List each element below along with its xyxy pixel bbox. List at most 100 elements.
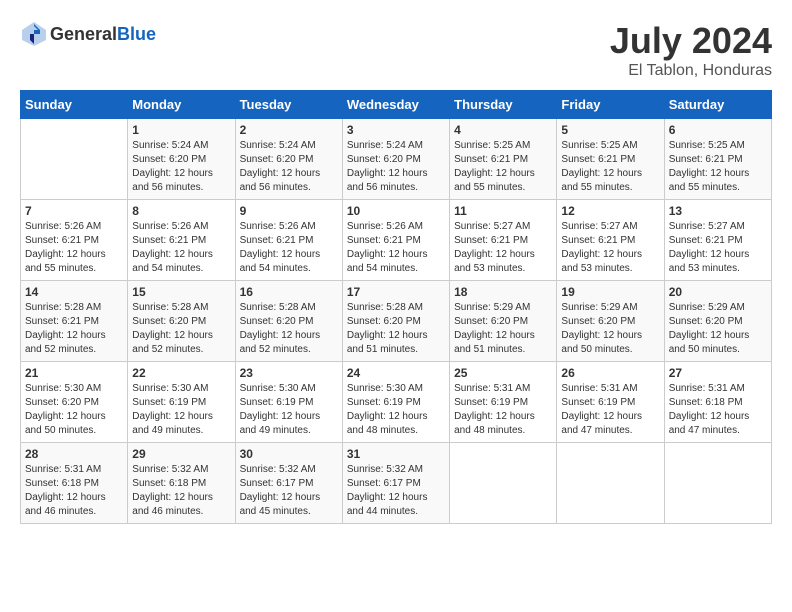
day-info: Sunrise: 5:26 AMSunset: 6:21 PMDaylight:… xyxy=(347,220,445,276)
calendar-table: SundayMondayTuesdayWednesdayThursdayFrid… xyxy=(20,90,772,524)
day-number: 19 xyxy=(561,285,659,299)
page-header: GeneralBlue July 2024 El Tablon, Hondura… xyxy=(20,20,772,80)
calendar-cell: 6Sunrise: 5:25 AMSunset: 6:21 PMDaylight… xyxy=(664,119,771,200)
calendar-cell: 2Sunrise: 5:24 AMSunset: 6:20 PMDaylight… xyxy=(235,119,342,200)
calendar-cell: 20 Sunrise: 5:29 AMSunset: 6:20 PMDayligh… xyxy=(664,281,771,362)
calendar-cell: 15 Sunrise: 5:28 AMSunset: 6:20 PMDayligh… xyxy=(128,281,235,362)
day-info: Sunrise: 5:32 AMSunset: 6:17 PMDaylight:… xyxy=(240,463,338,519)
day-info: Sunrise: 5:29 AMSunset: 6:20 PMDaylight:… xyxy=(669,301,767,357)
day-info: Sunrise: 5:28 AMSunset: 6:21 PMDaylight:… xyxy=(25,301,123,357)
logo-text: GeneralBlue xyxy=(50,24,156,45)
day-number: 9 xyxy=(240,204,338,218)
logo: GeneralBlue xyxy=(20,20,156,48)
day-of-week-wednesday: Wednesday xyxy=(342,91,449,119)
calendar-cell: 22 Sunrise: 5:30 AMSunset: 6:19 PMDayligh… xyxy=(128,362,235,443)
calendar-cell: 7 Sunrise: 5:26 AMSunset: 6:21 PMDaylight… xyxy=(21,200,128,281)
calendar-cell: 17 Sunrise: 5:28 AMSunset: 6:20 PMDayligh… xyxy=(342,281,449,362)
logo-blue: Blue xyxy=(117,24,156,44)
day-number: 27 xyxy=(669,366,767,380)
day-info: Sunrise: 5:32 AMSunset: 6:17 PMDaylight:… xyxy=(347,463,445,519)
title-area: July 2024 El Tablon, Honduras xyxy=(610,20,772,80)
day-number: 1 xyxy=(132,123,230,137)
calendar-week-row: 28 Sunrise: 5:31 AMSunset: 6:18 PMDayligh… xyxy=(21,443,772,524)
day-number: 28 xyxy=(25,447,123,461)
calendar-cell: 30 Sunrise: 5:32 AMSunset: 6:17 PMDayligh… xyxy=(235,443,342,524)
day-of-week-thursday: Thursday xyxy=(450,91,557,119)
day-info: Sunrise: 5:27 AMSunset: 6:21 PMDaylight:… xyxy=(669,220,767,276)
day-info: Sunrise: 5:31 AMSunset: 6:18 PMDaylight:… xyxy=(669,382,767,438)
day-of-week-sunday: Sunday xyxy=(21,91,128,119)
day-number: 5 xyxy=(561,123,659,137)
day-info: Sunrise: 5:24 AMSunset: 6:20 PMDaylight:… xyxy=(347,139,445,195)
calendar-cell: 10 Sunrise: 5:26 AMSunset: 6:21 PMDayligh… xyxy=(342,200,449,281)
day-of-week-tuesday: Tuesday xyxy=(235,91,342,119)
calendar-cell: 31 Sunrise: 5:32 AMSunset: 6:17 PMDayligh… xyxy=(342,443,449,524)
day-info: Sunrise: 5:30 AMSunset: 6:19 PMDaylight:… xyxy=(132,382,230,438)
calendar-cell: 9 Sunrise: 5:26 AMSunset: 6:21 PMDaylight… xyxy=(235,200,342,281)
calendar-cell: 25 Sunrise: 5:31 AMSunset: 6:19 PMDayligh… xyxy=(450,362,557,443)
calendar-cell: 18Sunrise: 5:29 AMSunset: 6:20 PMDayligh… xyxy=(450,281,557,362)
day-number: 22 xyxy=(132,366,230,380)
day-info: Sunrise: 5:27 AMSunset: 6:21 PMDaylight:… xyxy=(454,220,552,276)
day-info: Sunrise: 5:28 AMSunset: 6:20 PMDaylight:… xyxy=(347,301,445,357)
calendar-cell: 26 Sunrise: 5:31 AMSunset: 6:19 PMDayligh… xyxy=(557,362,664,443)
calendar-cell: 1Sunrise: 5:24 AMSunset: 6:20 PMDaylight… xyxy=(128,119,235,200)
location-subtitle: El Tablon, Honduras xyxy=(610,62,772,80)
calendar-cell: 28 Sunrise: 5:31 AMSunset: 6:18 PMDayligh… xyxy=(21,443,128,524)
day-info: Sunrise: 5:31 AMSunset: 6:18 PMDaylight:… xyxy=(25,463,123,519)
day-number: 3 xyxy=(347,123,445,137)
day-number: 25 xyxy=(454,366,552,380)
calendar-cell xyxy=(557,443,664,524)
day-info: Sunrise: 5:31 AMSunset: 6:19 PMDaylight:… xyxy=(454,382,552,438)
calendar-cell: 4 Sunrise: 5:25 AMSunset: 6:21 PMDaylight… xyxy=(450,119,557,200)
day-info: Sunrise: 5:26 AMSunset: 6:21 PMDaylight:… xyxy=(240,220,338,276)
calendar-cell: 21Sunrise: 5:30 AMSunset: 6:20 PMDayligh… xyxy=(21,362,128,443)
day-number: 8 xyxy=(132,204,230,218)
calendar-cell: 19 Sunrise: 5:29 AMSunset: 6:20 PMDayligh… xyxy=(557,281,664,362)
calendar-cell: 29 Sunrise: 5:32 AMSunset: 6:18 PMDayligh… xyxy=(128,443,235,524)
day-number: 6 xyxy=(669,123,767,137)
day-info: Sunrise: 5:30 AMSunset: 6:19 PMDaylight:… xyxy=(240,382,338,438)
logo-general: General xyxy=(50,24,117,44)
day-number: 14 xyxy=(25,285,123,299)
day-of-week-saturday: Saturday xyxy=(664,91,771,119)
day-info: Sunrise: 5:26 AMSunset: 6:21 PMDaylight:… xyxy=(132,220,230,276)
day-number: 29 xyxy=(132,447,230,461)
day-info: Sunrise: 5:31 AMSunset: 6:19 PMDaylight:… xyxy=(561,382,659,438)
calendar-cell: 3 Sunrise: 5:24 AMSunset: 6:20 PMDaylight… xyxy=(342,119,449,200)
day-info: Sunrise: 5:24 AMSunset: 6:20 PMDaylight:… xyxy=(240,139,338,195)
calendar-cell: 16Sunrise: 5:28 AMSunset: 6:20 PMDayligh… xyxy=(235,281,342,362)
day-number: 26 xyxy=(561,366,659,380)
calendar-week-row: 1 Sunrise: 5:24 AMSunset: 6:20 PMDaylight… xyxy=(21,119,772,200)
calendar-cell: 14 Sunrise: 5:28 AMSunset: 6:21 PMDayligh… xyxy=(21,281,128,362)
day-number: 4 xyxy=(454,123,552,137)
day-info: Sunrise: 5:29 AMSunset: 6:20 PMDaylight:… xyxy=(561,301,659,357)
calendar-week-row: 21Sunrise: 5:30 AMSunset: 6:20 PMDayligh… xyxy=(21,362,772,443)
calendar-cell: 11Sunrise: 5:27 AMSunset: 6:21 PMDayligh… xyxy=(450,200,557,281)
day-number: 30 xyxy=(240,447,338,461)
calendar-cell: 8 Sunrise: 5:26 AMSunset: 6:21 PMDaylight… xyxy=(128,200,235,281)
day-number: 17 xyxy=(347,285,445,299)
calendar-cell: 5Sunrise: 5:25 AMSunset: 6:21 PMDaylight… xyxy=(557,119,664,200)
general-blue-icon xyxy=(20,20,48,48)
day-info: Sunrise: 5:32 AMSunset: 6:18 PMDaylight:… xyxy=(132,463,230,519)
calendar-cell: 13 Sunrise: 5:27 AMSunset: 6:21 PMDayligh… xyxy=(664,200,771,281)
day-number: 10 xyxy=(347,204,445,218)
day-number: 13 xyxy=(669,204,767,218)
day-number: 31 xyxy=(347,447,445,461)
day-info: Sunrise: 5:29 AMSunset: 6:20 PMDaylight:… xyxy=(454,301,552,357)
calendar-cell: 27 Sunrise: 5:31 AMSunset: 6:18 PMDayligh… xyxy=(664,362,771,443)
day-number: 15 xyxy=(132,285,230,299)
calendar-week-row: 7 Sunrise: 5:26 AMSunset: 6:21 PMDaylight… xyxy=(21,200,772,281)
day-number: 24 xyxy=(347,366,445,380)
day-number: 21 xyxy=(25,366,123,380)
day-info: Sunrise: 5:26 AMSunset: 6:21 PMDaylight:… xyxy=(25,220,123,276)
day-number: 7 xyxy=(25,204,123,218)
day-number: 20 xyxy=(669,285,767,299)
day-info: Sunrise: 5:27 AMSunset: 6:21 PMDaylight:… xyxy=(561,220,659,276)
day-number: 23 xyxy=(240,366,338,380)
day-info: Sunrise: 5:25 AMSunset: 6:21 PMDaylight:… xyxy=(454,139,552,195)
calendar-cell: 12 Sunrise: 5:27 AMSunset: 6:21 PMDayligh… xyxy=(557,200,664,281)
day-info: Sunrise: 5:28 AMSunset: 6:20 PMDaylight:… xyxy=(132,301,230,357)
day-number: 12 xyxy=(561,204,659,218)
